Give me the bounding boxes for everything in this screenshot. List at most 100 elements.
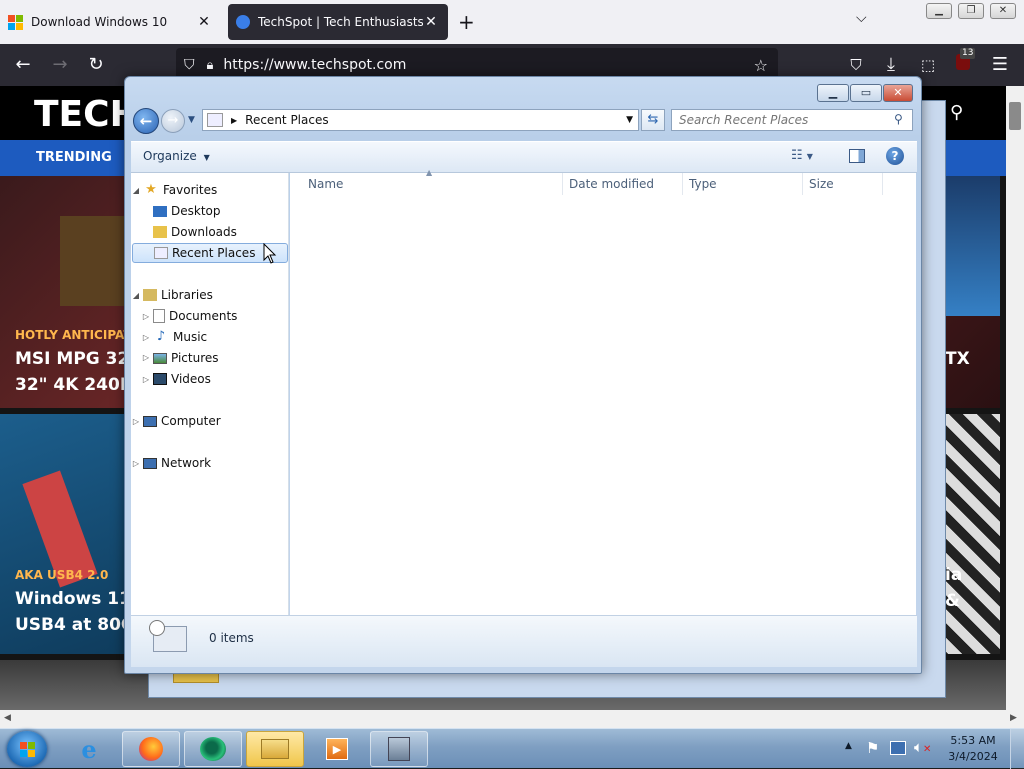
back-button[interactable]: ←	[133, 108, 159, 134]
navigation-pane: ◢ ★ Favorites Desktop Downloads Recent P…	[131, 173, 289, 615]
show-desktop-button[interactable]	[1010, 729, 1024, 769]
expand-icon[interactable]: ▷	[141, 375, 151, 384]
restore-button[interactable]: ❐	[958, 3, 984, 19]
scroll-right-icon[interactable]: ▶	[1010, 713, 1017, 723]
videos-icon	[153, 373, 167, 385]
lock-icon[interactable]: 🔒︎	[207, 58, 214, 73]
tab-techspot[interactable]: TechSpot | Tech Enthusiasts, Po ✕	[228, 4, 448, 40]
nav-downloads[interactable]: Downloads	[131, 222, 287, 242]
pocket-icon[interactable]: ⛉	[843, 52, 869, 78]
nav-pictures[interactable]: ▷ Pictures	[131, 348, 287, 368]
nav-videos[interactable]: ▷ Videos	[131, 369, 287, 389]
organize-button[interactable]: Organize ▼	[143, 149, 210, 163]
nav-favorites[interactable]: ◢ ★ Favorites	[131, 180, 287, 200]
maximize-button[interactable]: ▭	[850, 84, 882, 102]
minimize-button[interactable]: ▁	[926, 3, 952, 19]
url-text[interactable]: https://www.techspot.com	[223, 57, 406, 73]
star-icon[interactable]: ☆	[754, 56, 768, 75]
desktop-icon	[153, 205, 167, 217]
taskbar-firefox[interactable]	[122, 731, 180, 767]
history-dropdown-icon[interactable]: ▼	[188, 115, 195, 125]
breadcrumb-separator-icon[interactable]: ▶	[231, 116, 237, 125]
scroll-thumb[interactable]	[1009, 102, 1021, 130]
pictures-icon	[153, 352, 167, 364]
search-input[interactable]	[672, 110, 882, 130]
documents-icon	[153, 309, 165, 323]
help-icon[interactable]: ?	[886, 147, 904, 165]
expand-icon[interactable]: ▷	[131, 417, 141, 426]
system-clock[interactable]: 5:53 AM 3/4/2024	[944, 733, 1002, 765]
forward-icon[interactable]: →	[47, 52, 73, 78]
expand-icon[interactable]: ▷	[141, 312, 151, 321]
scroll-left-icon[interactable]: ◀	[4, 713, 11, 723]
column-header-size[interactable]: Size	[803, 173, 883, 195]
extensions-icon[interactable]: ⬚	[915, 52, 941, 78]
nav-label: Desktop	[171, 204, 221, 218]
nav-computer[interactable]: ▷ Computer	[131, 411, 287, 431]
nav-label: Documents	[169, 309, 238, 323]
expand-icon[interactable]: ▷	[131, 459, 141, 468]
back-icon[interactable]: ←	[10, 52, 36, 78]
view-options-icon[interactable]: ☷ ▼	[791, 148, 813, 163]
nav-documents[interactable]: ▷ Documents	[131, 306, 287, 326]
taskbar-media-player[interactable]: ▶	[308, 731, 366, 767]
column-header-type[interactable]: Type	[683, 173, 803, 195]
nav-label: Videos	[171, 372, 211, 386]
page-scrollbar[interactable]	[1006, 86, 1024, 710]
article-title-fragment[interactable]: &	[945, 588, 960, 614]
nav-label: Libraries	[161, 288, 213, 302]
volume-muted-icon[interactable]: 🔈︎✕	[914, 738, 931, 756]
action-center-flag-icon[interactable]: ⚑	[866, 739, 879, 757]
tab-download-windows[interactable]: Download Windows 10 ✕	[0, 4, 222, 40]
network-tray-icon[interactable]	[890, 741, 906, 755]
menu-icon[interactable]: ☰	[987, 52, 1013, 78]
expand-icon[interactable]: ▷	[141, 333, 151, 342]
article-title-fragment[interactable]: ia	[945, 562, 962, 588]
horizontal-scrollbar[interactable]: ◀ ▶	[0, 710, 1024, 728]
nav-libraries[interactable]: ◢ Libraries	[131, 285, 287, 305]
taskbar-internet-explorer[interactable]: e	[60, 731, 118, 767]
close-button[interactable]: ✕	[883, 84, 913, 102]
download-icon[interactable]: ⤓	[878, 52, 904, 78]
recent-places-large-icon	[149, 620, 191, 662]
minimize-button[interactable]: ▁	[817, 84, 849, 102]
address-dropdown-icon[interactable]: ▼	[626, 115, 633, 125]
breadcrumb[interactable]: Recent Places	[245, 113, 328, 127]
collapse-icon[interactable]: ◢	[131, 186, 141, 195]
taskbar-cabinet[interactable]	[370, 731, 428, 767]
nav-music[interactable]: ▷ ♪ Music	[131, 327, 287, 347]
column-header-name[interactable]: Name	[302, 173, 563, 195]
tab-list-icon[interactable]: ⌵	[856, 10, 867, 26]
reload-icon[interactable]: ↻	[83, 52, 109, 78]
address-bar[interactable]: ▶ Recent Places ▼	[202, 109, 639, 131]
forward-button[interactable]: →	[161, 109, 185, 133]
start-button[interactable]	[7, 731, 47, 767]
expand-icon[interactable]: ▷	[141, 350, 151, 366]
nav-label: Favorites	[163, 183, 218, 197]
article-title[interactable]: MSI MPG 321	[15, 346, 141, 372]
show-hidden-icons[interactable]: ▲	[845, 741, 852, 751]
nav-network[interactable]: ▷ Network	[131, 453, 287, 473]
column-header-date-modified[interactable]: Date modified	[563, 173, 683, 195]
shield-icon[interactable]: ⛉	[184, 57, 195, 73]
close-button[interactable]: ✕	[990, 3, 1016, 19]
ublock-icon[interactable]: 13	[950, 48, 976, 78]
taskbar-media-center[interactable]	[184, 731, 242, 767]
search-icon[interactable]: ⚲	[894, 112, 903, 126]
preview-pane-icon[interactable]	[849, 149, 865, 163]
file-list[interactable]: Name ▲ Date modified Type Size	[290, 168, 916, 615]
collapse-icon[interactable]: ◢	[131, 291, 141, 300]
new-tab-icon[interactable]: +	[458, 10, 475, 34]
search-box[interactable]: ⚲	[671, 109, 913, 131]
close-tab-icon[interactable]: ✕	[196, 14, 212, 30]
explorer-window[interactable]: ▁ ▭ ✕ ← → ▼ ▶ Recent Places ▼ ⇆ ⚲ Organi…	[124, 76, 922, 674]
nav-trending[interactable]: TRENDING	[36, 150, 112, 165]
close-tab-icon[interactable]: ✕	[423, 14, 439, 30]
article-title-fragment[interactable]: TX	[945, 346, 970, 372]
refresh-button[interactable]: ⇆	[641, 109, 665, 131]
taskbar-windows-explorer[interactable]	[246, 731, 304, 767]
tab-title: TechSpot | Tech Enthusiasts, Po	[258, 15, 423, 29]
nav-desktop[interactable]: Desktop	[131, 201, 287, 221]
techspot-favicon-icon	[236, 15, 250, 29]
site-search-icon[interactable]: ⚲	[950, 102, 963, 123]
